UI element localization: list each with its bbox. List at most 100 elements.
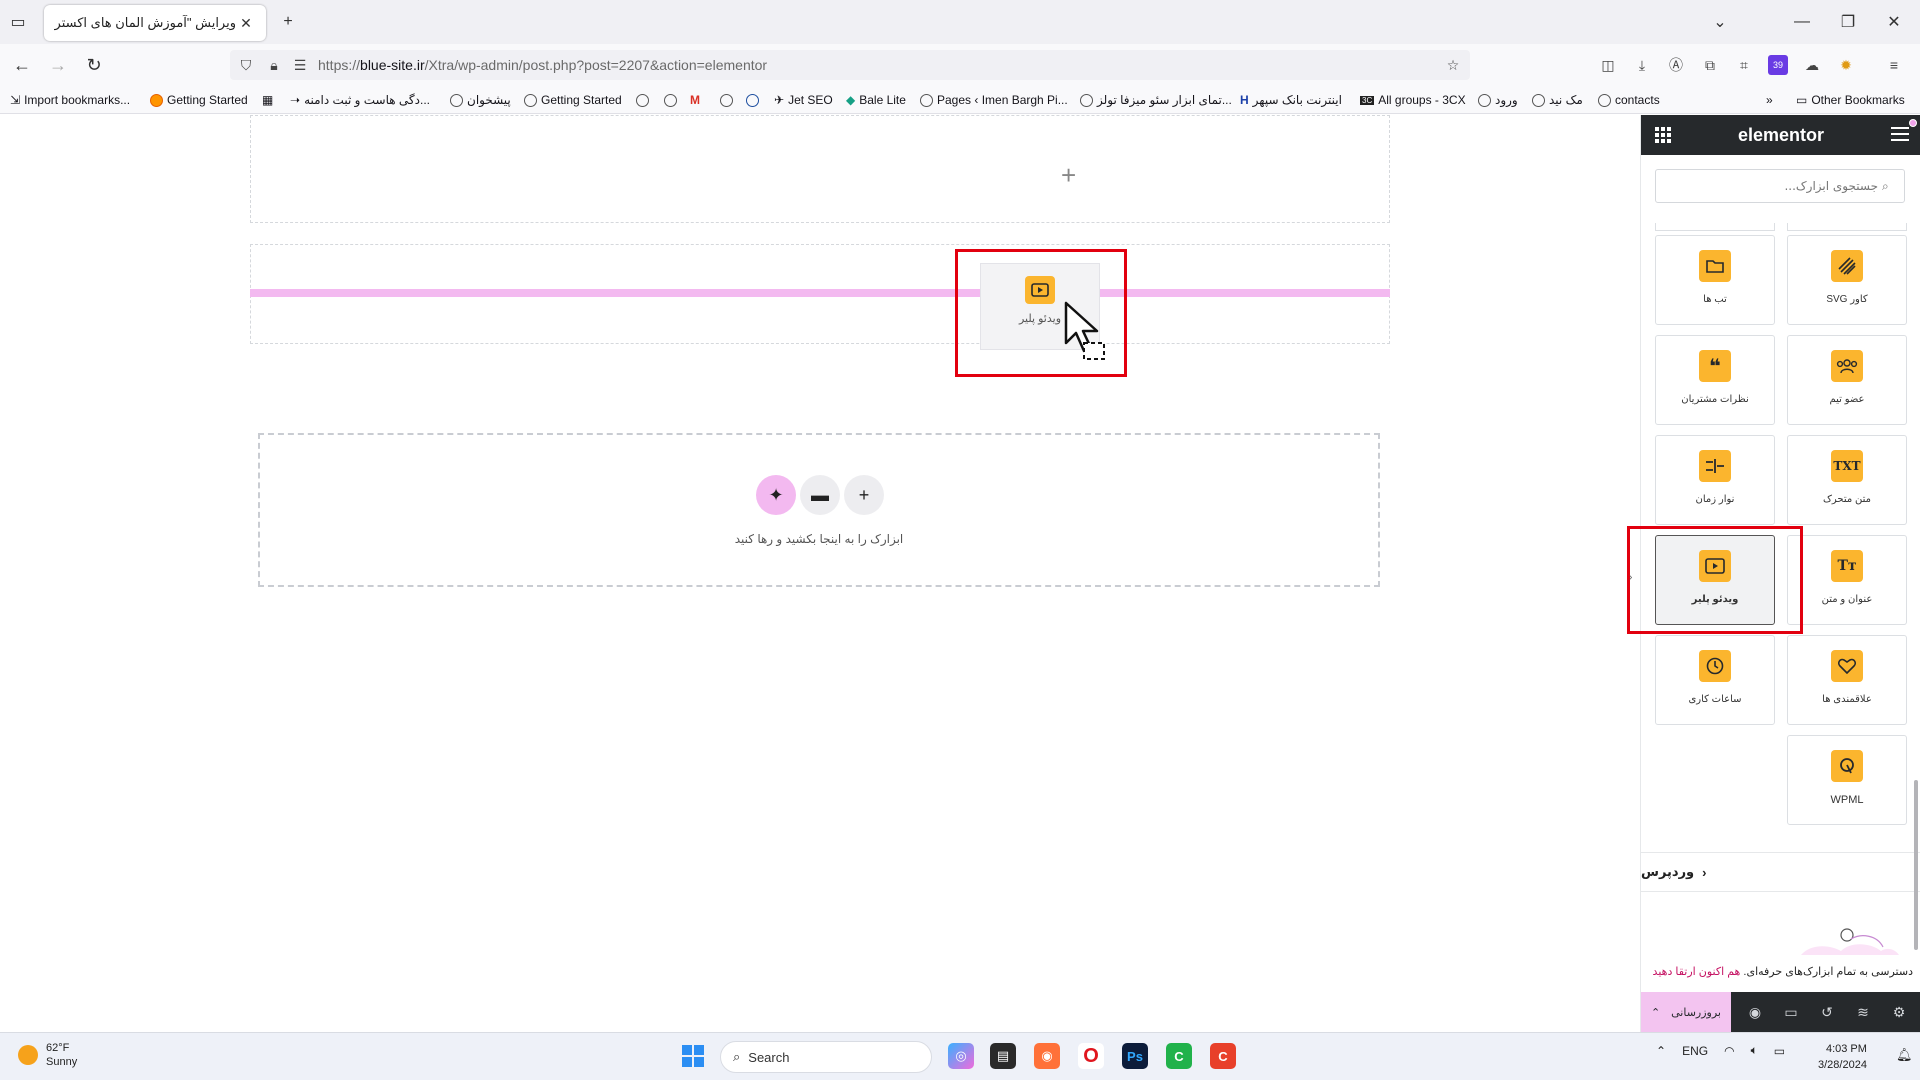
bookmark-icon-only[interactable] [664,92,677,108]
editor-canvas: + ویدئو پلیر ✦ ▬ + ابزارک را به اینجا بک… [0,115,1640,1032]
browser-tab-active[interactable]: ویرایش "آموزش المان های اکسترا – ... ✕ [44,5,266,41]
hamburger-menu-icon[interactable] [1891,127,1909,141]
empty-drop-area[interactable]: ✦ ▬ + ابزارک را به اینجا بکشید و رها کنی… [258,433,1380,587]
ai-sparkle-button[interactable]: ✦ [756,475,796,515]
url-bar[interactable]: ⛉ 🔒︎ ☰ https://blue-site.ir/Xtra/wp-admi… [230,50,1470,80]
bookmark-icon-only[interactable] [746,92,759,108]
wifi-icon[interactable]: ◠ [1724,1044,1734,1058]
widget-search-input[interactable] [1656,170,1904,202]
restore-button[interactable]: ❐ [1836,10,1860,34]
extensions-icon[interactable]: ⧉ [1700,55,1720,75]
app-menu-icon[interactable]: ≡ [1884,55,1904,75]
notification-bell-icon[interactable]: 🔔︎ [1896,1047,1913,1063]
vpn-extension-icon[interactable]: 39 [1768,55,1788,75]
template-folder-button[interactable]: ▬ [800,475,840,515]
widget-testimonials[interactable]: ❝ نظرات مشتریان [1655,335,1775,425]
photoshop-icon[interactable]: Ps [1122,1043,1148,1069]
new-tab-button[interactable]: + [276,10,300,34]
panel-header: elementor [1641,115,1920,155]
widget-svg-cover[interactable]: کاور SVG [1787,235,1907,325]
permissions-icon[interactable]: ☰ [289,54,311,76]
upgrade-button[interactable]: ⌃ بروزرسانی [1641,992,1731,1032]
bookmark-item[interactable]: contacts [1598,92,1660,108]
settings-gear-icon[interactable]: ⚙ [1889,1002,1909,1022]
file-explorer-icon[interactable]: ▤ [990,1043,1016,1069]
bookmark-star-icon[interactable]: ☆ [1442,54,1464,76]
bookmark-item[interactable]: ◆ Bale Lite [846,92,906,108]
tray-chevron-icon[interactable]: ⌃ [1656,1044,1666,1058]
bookmark-item[interactable]: پیشخوان [450,92,511,108]
widget-search[interactable]: ⌕ [1655,169,1905,203]
preview-eye-icon[interactable]: ◉ [1745,1002,1765,1022]
panel-scrollbar[interactable] [1914,780,1918,950]
bookmark-item[interactable]: Getting Started [150,92,248,108]
copilot-icon[interactable]: ◎ [948,1043,974,1069]
widget-animated-text[interactable]: TXT متن متحرک [1787,435,1907,525]
lock-icon[interactable]: 🔒︎ [263,54,285,76]
3cx-icon: 3C [1360,95,1375,105]
url-text[interactable]: https://blue-site.ir/Xtra/wp-admin/post.… [318,57,767,73]
clock[interactable]: 4:03 PM 3/28/2024 [1818,1041,1867,1073]
bookmark-item[interactable]: ⇲ Import bookmarks... [10,92,130,108]
camtasia-red-icon[interactable]: C [1210,1043,1236,1069]
widget-team-member[interactable]: عضو تیم [1787,335,1907,425]
bookmark-item[interactable]: 3C All groups - 3CX [1360,92,1466,108]
widgets-grid-icon[interactable] [1655,127,1671,143]
battery-icon[interactable]: ▭ [1774,1044,1785,1058]
language-indicator[interactable]: ENG [1682,1044,1708,1058]
widget-tabs[interactable]: تب ها [1655,235,1775,325]
reload-button[interactable]: ↻ [82,53,106,77]
account-icon[interactable]: Ⓐ [1666,55,1686,75]
back-button[interactable]: ← [10,53,34,77]
section-wordpress[interactable]: ‹ وردپرس [1641,852,1920,892]
bookmark-icon-only[interactable] [720,92,733,108]
navigator-layers-icon[interactable]: ≋ [1853,1002,1873,1022]
widget-wishlist[interactable]: علاقمندی ها [1787,635,1907,725]
bookmark-icon-only[interactable] [636,92,649,108]
close-window-button[interactable]: ✕ [1882,10,1906,34]
responsive-mode-icon[interactable]: ▭ [1781,1002,1801,1022]
crop-icon[interactable]: ⌗ [1734,55,1754,75]
camtasia-green-icon[interactable]: C [1166,1043,1192,1069]
bookmark-item[interactable]: H اینترنت بانک سپهر [1240,92,1342,108]
drag-cursor-icon [1064,301,1105,360]
windows-start-icon[interactable] [682,1045,704,1067]
empty-section-top[interactable]: + [250,115,1390,223]
minimize-button[interactable]: — [1790,10,1814,34]
bookmark-item[interactable]: مک نید [1532,92,1583,108]
bookmark-item[interactable]: Pages ‹ Imen Bargh Pi... [920,92,1068,108]
add-element-plus-icon[interactable]: + [1061,160,1076,191]
close-tab-icon[interactable]: ✕ [236,15,256,32]
tab-list-icon[interactable]: ▭ [6,10,30,34]
upgrade-link[interactable]: هم اکنون ارتقا دهید [1653,966,1741,978]
bookmark-item[interactable]: ...تمای ابزار سئو میزفا تولز [1080,92,1232,108]
taskbar-search[interactable]: ⌕ Search [720,1041,932,1073]
widget-wpml[interactable]: WPML [1787,735,1907,825]
widget-heading-text[interactable]: Tт عنوان و متن [1787,535,1907,625]
widget-timeline[interactable]: نوار زمان [1655,435,1775,525]
opera-icon[interactable]: O [1078,1043,1104,1069]
gear-extension-icon[interactable]: ✹ [1836,55,1856,75]
bookmark-icon-only[interactable]: ▦ [262,92,273,108]
shield-icon[interactable]: ⛉ [235,54,257,76]
bookmark-item[interactable]: Getting Started [524,92,622,108]
bookmark-item[interactable]: ورود [1478,92,1518,108]
widget-business-hours[interactable]: ساعات کاری [1655,635,1775,725]
other-bookmarks[interactable]: ▭ Other Bookmarks [1796,92,1905,108]
collapse-panel-chevron-icon[interactable]: › [1629,572,1632,583]
firefox-icon[interactable]: ◉ [1034,1043,1060,1069]
downloads-icon[interactable]: ⤓ [1632,55,1652,75]
bookmark-item[interactable]: ➝ ...دگی هاست و ثبت دامنه [290,92,430,108]
more-bookmarks-icon[interactable]: » [1766,92,1773,108]
list-all-tabs-icon[interactable]: ⌄ [1708,10,1732,34]
add-section-button[interactable]: + [844,475,884,515]
heading-text-icon: Tт [1831,550,1863,582]
pocket-icon[interactable]: ◫ [1598,55,1618,75]
volume-icon[interactable]: 🔈︎ [1751,1043,1758,1058]
weather-widget[interactable]: 62°F Sunny [18,1041,77,1069]
history-icon[interactable]: ↺ [1817,1002,1837,1022]
cloud-extension-icon[interactable]: ☁ [1802,55,1822,75]
forward-button[interactable]: → [46,53,70,77]
bookmark-icon-only[interactable]: M [690,92,700,108]
bookmark-item[interactable]: ✈ Jet SEO [774,92,833,108]
